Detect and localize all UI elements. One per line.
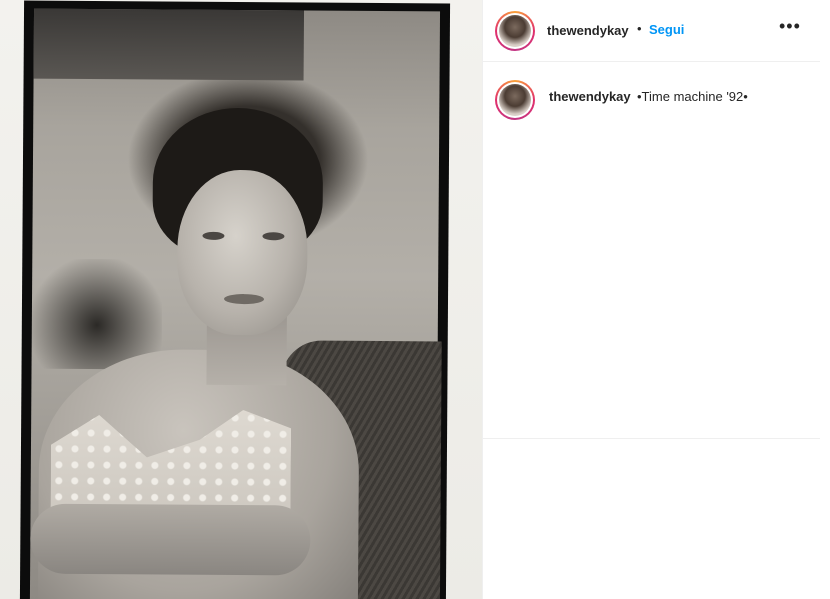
ellipsis-horizontal-icon[interactable]: ••• bbox=[779, 17, 800, 40]
photo-arm bbox=[30, 503, 311, 576]
photo-background-shadow bbox=[31, 258, 163, 370]
post-media[interactable] bbox=[0, 0, 482, 599]
photo-face bbox=[176, 169, 308, 336]
profile-photo-icon bbox=[499, 84, 531, 116]
photo-background-window bbox=[33, 8, 305, 81]
post-photo bbox=[19, 0, 451, 599]
actions-divider bbox=[483, 438, 821, 439]
photo-lips bbox=[223, 293, 265, 305]
author-username-link[interactable]: thewendykay bbox=[547, 23, 629, 38]
caption-username-link[interactable]: thewendykay bbox=[549, 89, 631, 104]
post-header: thewendykay • Segui ••• bbox=[483, 0, 821, 62]
author-avatar[interactable] bbox=[495, 11, 535, 51]
caption-text: •Time machine '92• bbox=[637, 89, 748, 104]
page-margin bbox=[820, 0, 830, 599]
caption-author-avatar[interactable] bbox=[495, 80, 535, 120]
profile-photo-icon bbox=[499, 15, 531, 47]
photo-left-eye bbox=[202, 231, 225, 240]
photo-right-eye bbox=[262, 232, 285, 241]
post-sidebar: thewendykay • Segui ••• thewendykay •Tim… bbox=[482, 0, 821, 599]
photo-scene bbox=[29, 8, 442, 599]
header-separator: • bbox=[637, 21, 642, 36]
follow-button[interactable]: Segui bbox=[649, 22, 684, 37]
